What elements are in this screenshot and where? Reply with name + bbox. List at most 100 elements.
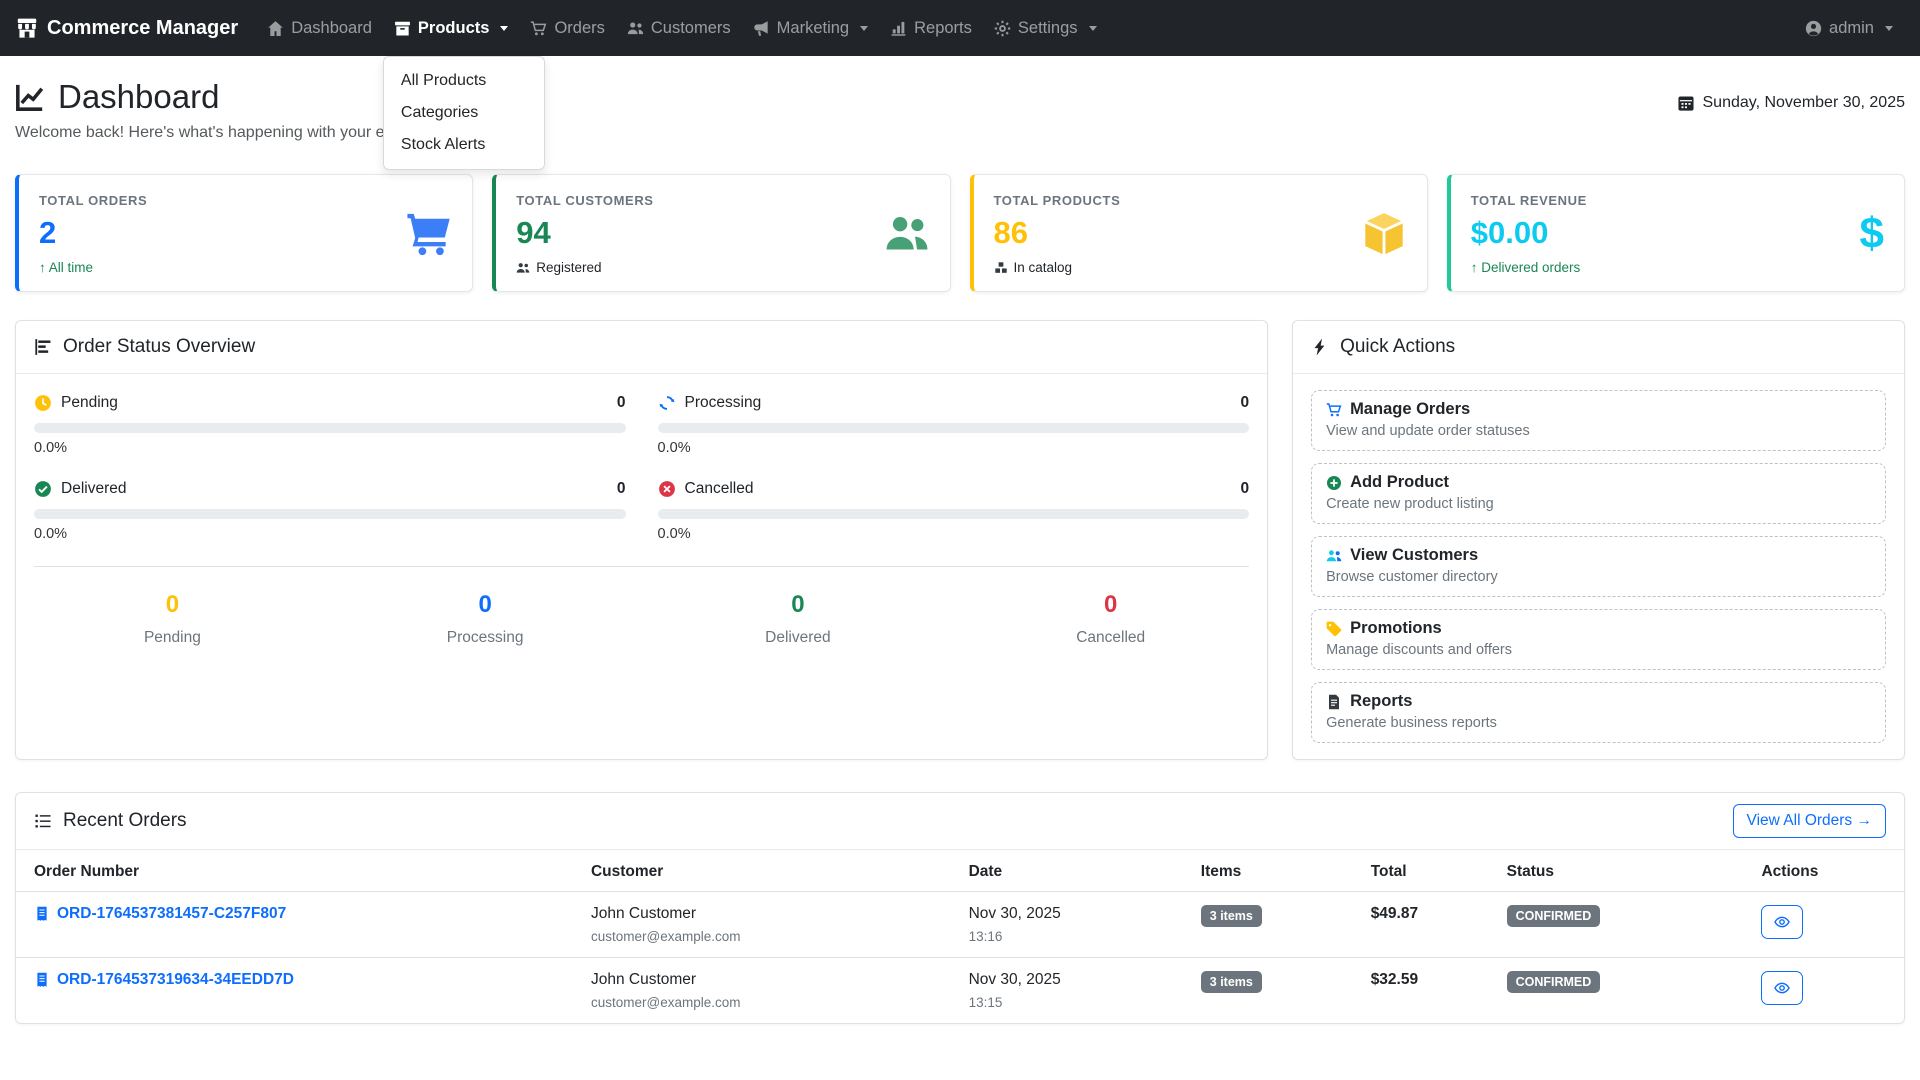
stat-card-total-revenue: TOTAL REVENUE $0.00 ↑ Delivered orders $ [1447, 174, 1905, 292]
file-text-icon [1326, 694, 1342, 710]
pending-progress-bar [34, 423, 626, 433]
list-icon [34, 812, 52, 830]
nav-label: Marketing [777, 19, 849, 38]
col-header-customer: Customer [573, 850, 951, 892]
nav-label: Products [418, 19, 490, 38]
nav-item-products[interactable]: Products [383, 11, 520, 46]
order-number-link[interactable]: ORD-1764537319634-34EEDD7D [34, 971, 555, 989]
megaphone-icon [753, 20, 770, 37]
x-circle-icon [658, 480, 676, 498]
people-icon [1326, 548, 1342, 564]
person-circle-icon [1805, 20, 1822, 37]
eye-icon [1774, 914, 1790, 930]
nav-item-customers[interactable]: Customers [616, 11, 742, 46]
quick-actions-card: Quick Actions Manage Orders View and upd… [1292, 320, 1905, 760]
order-date: Nov 30, 2025 [969, 971, 1165, 989]
col-header-actions: Actions [1743, 850, 1904, 892]
dropdown-item-stock-alerts[interactable]: Stock Alerts [384, 129, 544, 161]
stat-label: TOTAL PRODUCTS [994, 193, 1121, 208]
people-icon [884, 211, 930, 257]
customer-name: John Customer [591, 971, 933, 989]
plus-circle-icon [1326, 475, 1342, 491]
nav-item-reports[interactable]: Reports [879, 11, 983, 46]
quick-action-add-product[interactable]: Add Product Create new product listing [1311, 463, 1886, 524]
user-menu[interactable]: admin [1794, 11, 1904, 46]
quick-action-reports[interactable]: Reports Generate business reports [1311, 682, 1886, 743]
summary-delivered: 0 Delivered [642, 591, 955, 647]
user-label: admin [1829, 19, 1874, 38]
order-time: 13:15 [969, 995, 1165, 1010]
stat-footer: In catalog [994, 260, 1121, 275]
order-total: $49.87 [1353, 892, 1489, 958]
order-total: $32.59 [1353, 958, 1489, 1024]
graph-up-icon [15, 82, 45, 112]
shop-icon [16, 17, 38, 39]
delivered-progress-bar [34, 509, 626, 519]
quick-action-view-customers[interactable]: View Customers Browse customer directory [1311, 536, 1886, 597]
status-item-cancelled: Cancelled 0 0.0% [658, 480, 1250, 542]
col-header-date: Date [951, 850, 1183, 892]
calendar-icon [1677, 94, 1695, 112]
status-summary: 0 Pending 0 Processing 0 Delivered 0 Can… [16, 567, 1267, 677]
receipt-icon [34, 972, 50, 988]
stat-label: TOTAL REVENUE [1471, 193, 1587, 208]
page-header: Dashboard Welcome back! Here's what's ha… [15, 78, 1905, 142]
brand[interactable]: Commerce Manager [16, 17, 238, 40]
table-row: ORD-1764537381457-C257F807 John Customer… [16, 892, 1904, 958]
cancelled-progress-bar [658, 509, 1250, 519]
top-navbar: Commerce Manager Dashboard Products All … [0, 0, 1920, 56]
customer-name: John Customer [591, 905, 933, 923]
status-item-processing: Processing 0 0.0% [658, 394, 1250, 456]
nav-item-dashboard[interactable]: Dashboard [256, 11, 383, 46]
nav-item-orders[interactable]: Orders [519, 11, 615, 46]
order-status-card: Order Status Overview Pending 0 0.0% [15, 320, 1268, 760]
status-item-pending: Pending 0 0.0% [34, 394, 626, 456]
stat-value: 94 [516, 215, 653, 251]
nav-label: Orders [554, 19, 604, 38]
check-circle-icon [34, 480, 52, 498]
chevron-down-icon [1089, 26, 1097, 31]
stat-card-total-orders: TOTAL ORDERS 2 ↑ All time [15, 174, 473, 292]
stat-value: 86 [994, 215, 1121, 251]
items-badge: 3 items [1201, 971, 1262, 993]
nav-item-marketing[interactable]: Marketing [742, 11, 879, 46]
nav-label: Customers [651, 19, 731, 38]
nav-item-settings[interactable]: Settings [983, 11, 1108, 46]
col-header-order-number: Order Number [16, 850, 573, 892]
arrows-rotate-icon [658, 394, 676, 412]
quick-action-promotions[interactable]: Promotions Manage discounts and offers [1311, 609, 1886, 670]
col-header-items: Items [1183, 850, 1353, 892]
products-dropdown-menu: All Products Categories Stock Alerts [383, 56, 545, 170]
card-title: Order Status Overview [63, 336, 255, 358]
orders-table: Order Number Customer Date Items Total S… [16, 850, 1904, 1023]
stat-label: TOTAL CUSTOMERS [516, 193, 653, 208]
stat-value: 2 [39, 215, 147, 251]
eye-icon [1774, 980, 1790, 996]
lightning-icon [1311, 338, 1329, 356]
quick-action-manage-orders[interactable]: Manage Orders View and update order stat… [1311, 390, 1886, 451]
cube-icon [1361, 211, 1407, 257]
tag-icon [1326, 621, 1342, 637]
view-order-button[interactable] [1761, 971, 1803, 1005]
view-order-button[interactable] [1761, 905, 1803, 939]
current-date: Sunday, November 30, 2025 [1677, 78, 1906, 112]
order-number-link[interactable]: ORD-1764537381457-C257F807 [34, 905, 555, 923]
nav-label: Settings [1018, 19, 1078, 38]
page-title: Dashboard [58, 78, 219, 116]
dropdown-item-all-products[interactable]: All Products [384, 65, 544, 97]
stat-value: $0.00 [1471, 215, 1587, 251]
view-all-orders-button[interactable]: View All Orders → [1733, 804, 1886, 838]
order-time: 13:16 [969, 929, 1165, 944]
chevron-down-icon [1885, 26, 1893, 31]
dropdown-item-categories[interactable]: Categories [384, 97, 544, 129]
bar-chart-steps-icon [34, 338, 52, 356]
nav-label: Dashboard [291, 19, 372, 38]
stat-label: TOTAL ORDERS [39, 193, 147, 208]
brand-label: Commerce Manager [47, 17, 238, 40]
stat-card-total-products: TOTAL PRODUCTS 86 In catalog [970, 174, 1428, 292]
stat-card-total-customers: TOTAL CUSTOMERS 94 Registered [492, 174, 950, 292]
summary-processing: 0 Processing [329, 591, 642, 647]
cart-icon [530, 20, 547, 37]
col-header-status: Status [1489, 850, 1744, 892]
customer-email: customer@example.com [591, 995, 933, 1010]
